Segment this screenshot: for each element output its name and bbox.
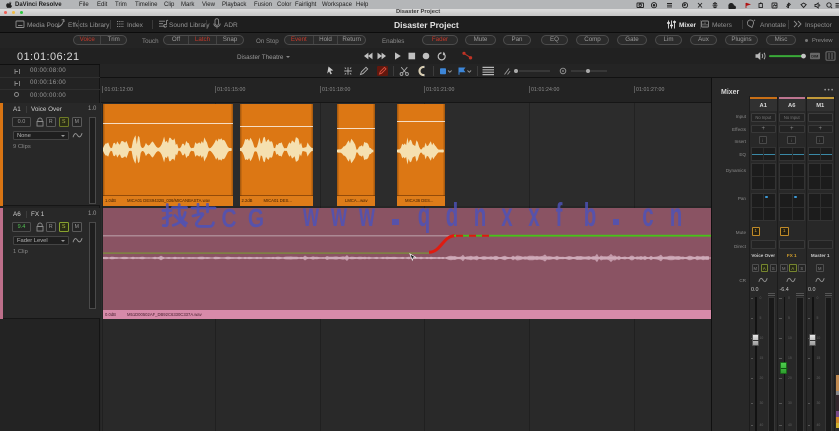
svg-text:DIM: DIM xyxy=(811,55,818,59)
